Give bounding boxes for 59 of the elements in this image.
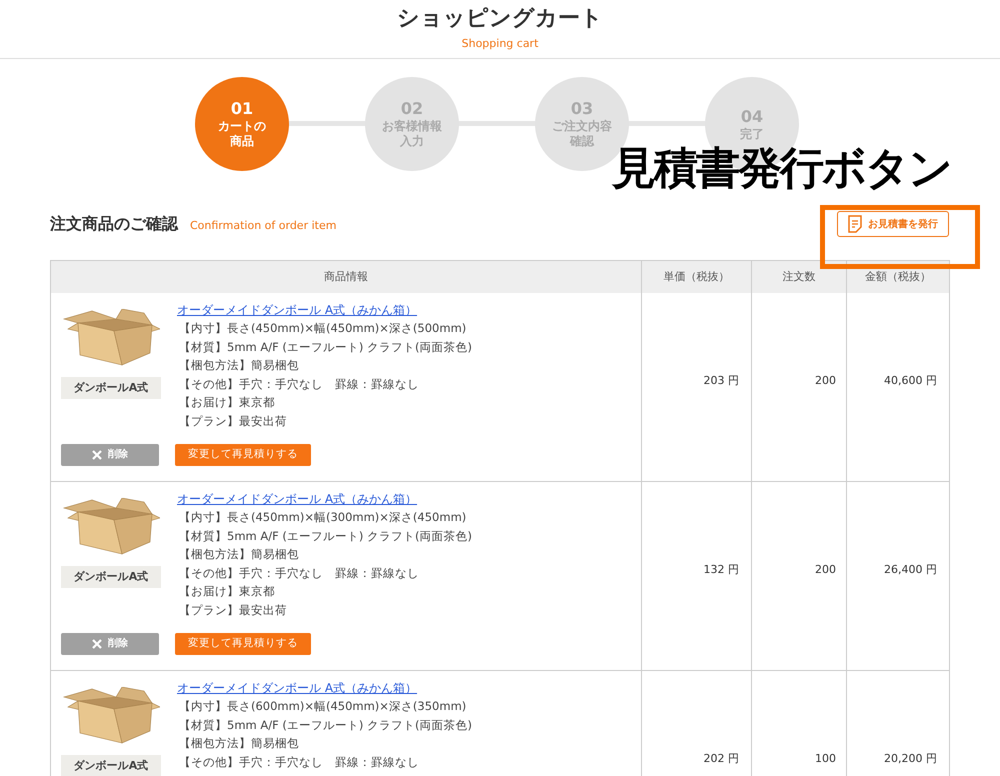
unit-price: 202 円 — [704, 750, 739, 767]
product-detail: 【お届け】東京都 — [178, 583, 276, 600]
delete-button[interactable]: 削除 — [61, 632, 159, 655]
column-header: 注文数 — [751, 261, 846, 293]
step-label: カートの — [218, 119, 266, 134]
quantity: 200 — [815, 562, 836, 578]
unit-price: 203 円 — [704, 372, 739, 389]
product-name-link[interactable]: オーダーメイドダンボール A式（みかん箱） — [177, 679, 472, 697]
column-header: 単価（税抜） — [641, 261, 751, 293]
step-label: お客様情報 — [382, 119, 442, 134]
page-subtitle: Shopping cart — [462, 36, 538, 52]
product-detail: 【その他】手穴：手穴なし 罫線：罫線なし — [178, 754, 420, 771]
product-detail: 【内寸】長さ(600mm)×幅(450mm)×深さ(350mm) — [178, 698, 468, 715]
step-label: 入力 — [400, 134, 424, 149]
close-icon — [92, 450, 102, 460]
product-name-link[interactable]: オーダーメイドダンボール A式（みかん箱） — [177, 490, 472, 508]
product-detail: 【梱包方法】簡易梱包 — [178, 735, 300, 752]
product-detail: 【内寸】長さ(450mm)×幅(300mm)×深さ(450mm) — [178, 509, 468, 526]
step-number: 03 — [570, 99, 594, 119]
annotation-text: 見積書発行ボタン — [612, 148, 951, 190]
product-detail: 【プラン】最安出荷 — [178, 602, 288, 619]
column-header: 金額（税抜） — [846, 261, 949, 293]
product-detail: 【内寸】長さ(450mm)×幅(450mm)×深さ(500mm) — [178, 320, 468, 337]
product-detail: 【お届け】東京都 — [178, 394, 276, 412]
column-header: 商品情報 — [323, 268, 369, 285]
step-label: ご注文内容 — [552, 119, 612, 134]
product-name-link[interactable]: オーダーメイドダンボール A式（みかん箱） — [177, 301, 472, 319]
requote-button[interactable]: 変更して再見積りする — [175, 444, 311, 466]
product-image-label: ダンボールA式 — [61, 377, 161, 399]
document-icon — [848, 215, 862, 233]
requote-button[interactable]: 変更して再見積りする — [175, 632, 311, 655]
amount: 26,400 円 — [884, 562, 937, 578]
product-detail: 【材質】5mm A/F (エーフルート) クラフト(両面茶色) — [178, 338, 472, 356]
step-label: 完了 — [740, 126, 764, 142]
product-detail: 【プラン】最安出荷 — [178, 412, 288, 430]
step-number: 01 — [230, 99, 254, 119]
unit-price: 132 円 — [704, 562, 739, 578]
delete-button[interactable]: 削除 — [61, 444, 159, 466]
product-detail: 【その他】手穴：手穴なし 罫線：罫線なし — [178, 376, 420, 393]
close-icon — [92, 638, 102, 649]
product-image-label: ダンボールA式 — [61, 566, 161, 588]
section-subtitle: Confirmation of order item — [190, 218, 336, 234]
section-title: 注文商品のご確認 — [50, 213, 178, 235]
step-number: 02 — [400, 99, 424, 119]
step-label: 確認 — [570, 134, 594, 149]
amount: 40,600 円 — [884, 372, 937, 389]
step-number: 04 — [740, 106, 764, 126]
issue-quote-button[interactable]: お見積書を発行 — [837, 211, 949, 237]
product-detail: 【その他】手穴：手穴なし 罫線：罫線なし — [178, 564, 420, 582]
product-detail: 【梱包方法】簡易梱包 — [178, 357, 300, 374]
amount: 20,200 円 — [884, 750, 937, 767]
step-label: 商品 — [230, 134, 254, 149]
product-detail: 【梱包方法】簡易梱包 — [178, 546, 300, 564]
quantity: 100 — [815, 750, 836, 767]
product-detail: 【材質】5mm A/F (エーフルート) クラフト(両面茶色) — [178, 716, 472, 734]
product-image-label: ダンボールA式 — [61, 755, 161, 776]
page-title: ショッピングカート — [397, 5, 603, 33]
product-detail: 【材質】5mm A/F (エーフルート) クラフト(両面茶色) — [178, 528, 472, 545]
quantity: 200 — [815, 372, 836, 389]
